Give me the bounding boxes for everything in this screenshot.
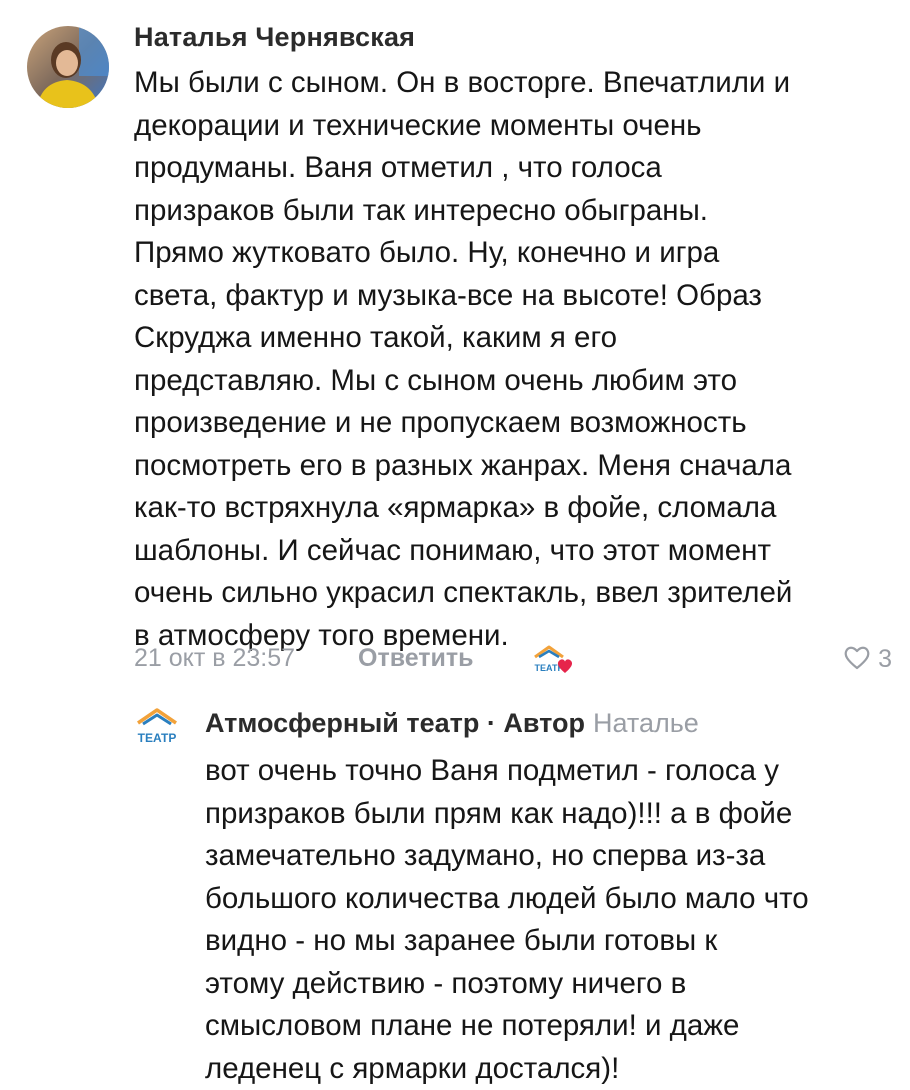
avatar[interactable] [27,26,109,108]
reply-to-link[interactable]: Наталье [593,708,699,738]
author-badge: Автор [503,708,585,738]
theater-logo-avatar[interactable]: ТЕАТР [134,705,180,751]
reply-line: этому действию - поэтому ничего в [205,963,895,1006]
comment-text: Мы были с сыном. Он в восторге. Впечатли… [134,62,894,657]
reply-line: большого количества людей было мало что [205,878,895,921]
svg-text:ТЕАТР: ТЕАТР [138,731,177,745]
comment-line: продуманы. Ваня отметил , что голоса [134,147,894,190]
comment-line: Прямо жутковато было. Ну, конечно и игра [134,232,894,275]
comment-line: посмотреть его в разных жанрах. Меня сна… [134,445,894,488]
comment-line: шаблоны. И сейчас понимаю, что этот моме… [134,530,894,573]
reply-line: видно - но мы заранее были готовы к [205,920,895,963]
comment-line: Скруджа именно такой, каким я его [134,317,894,360]
like-count: 3 [878,645,892,674]
reply-line: смысловом плане не потеряли! и даже [205,1005,895,1048]
reply-line: вот очень точно Ваня подметил - голоса у [205,750,895,793]
comment-line: декорации и технические моменты очень [134,105,894,148]
theater-logo-with-heart-icon: ТЕАТР [532,642,578,678]
comment-line: очень сильно украсил спектакль, ввел зри… [134,572,894,615]
comment-line: произведение и не пропускаем возможность [134,402,894,445]
comment-line: призраков были так интересно обыграны. [134,190,894,233]
comment-date: 21 окт в 23:57 [134,644,295,673]
author-separator: · [479,708,503,738]
comment-author-name[interactable]: Наталья Чернявская [134,22,415,53]
reply-line: леденец с ярмарки достался)! [205,1048,895,1090]
reply-text: вот очень точно Ваня подметил - голоса у… [205,750,895,1090]
comment-line: представляю. Мы с сыном очень любим это [134,360,894,403]
reply-line: призраков были прям как надо)!!! а в фой… [205,793,895,836]
heart-outline-icon [842,643,872,676]
like-button[interactable]: 3 [842,642,892,676]
reply-author-line: Атмосферный театр · Автор Наталье [205,708,699,739]
reply-button[interactable]: Ответить [358,644,474,673]
comment-meta-row: 21 окт в 23:57 Ответить ТЕАТР 3 [134,640,884,680]
reply-line: замечательно задумано, но сперва из-за [205,835,895,878]
comment-line: как-то встряхнула «ярмарка» в фойе, слом… [134,487,894,530]
reply-author-name[interactable]: Атмосферный театр [205,708,479,738]
comment-line: света, фактур и музыка-все на высоте! Об… [134,275,894,318]
comment-line: Мы были с сыном. Он в восторге. Впечатли… [134,62,894,105]
